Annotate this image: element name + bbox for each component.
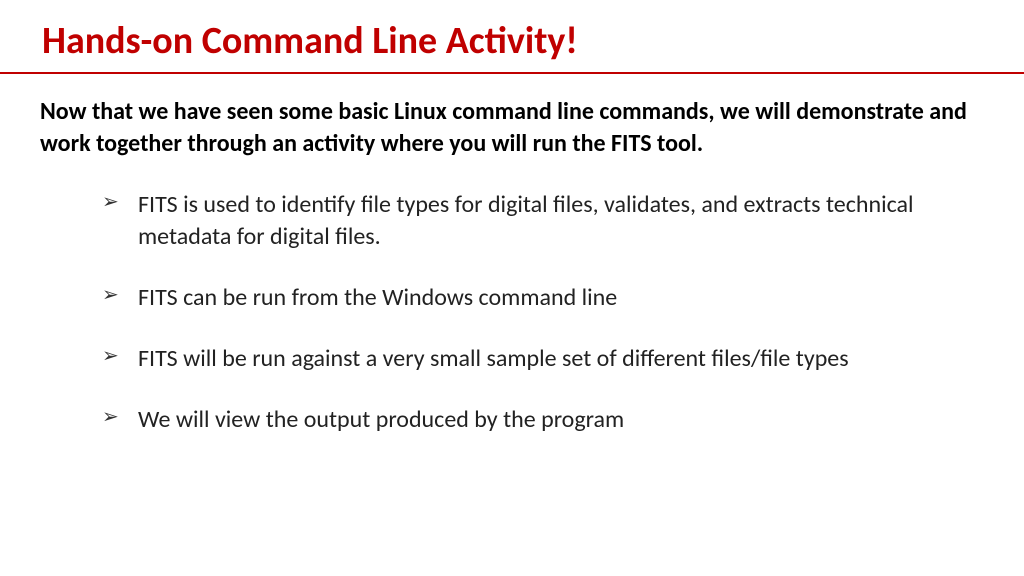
list-item: FITS is used to identify file types for … [102,189,972,251]
intro-paragraph: Now that we have seen some basic Linux c… [0,74,1024,159]
slide-title: Hands-on Command Line Activity! [0,18,1024,72]
list-item: FITS can be run from the Windows command… [102,282,972,313]
list-item: We will view the output produced by the … [102,404,972,435]
list-item: FITS will be run against a very small sa… [102,343,972,374]
bullet-list: FITS is used to identify file types for … [0,159,1024,435]
